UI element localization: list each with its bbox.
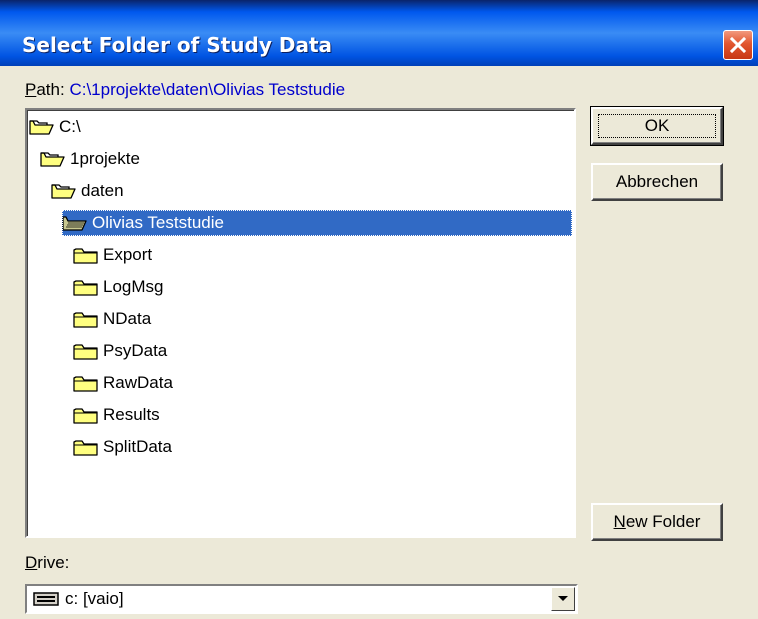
tree-node[interactable]: RawData: [73, 370, 173, 396]
new-folder-button-label: New Folder: [614, 512, 701, 531]
cancel-button-label: Abbrechen: [615, 172, 699, 191]
tree-node-label: SplitData: [103, 437, 172, 456]
dropdown-button[interactable]: [551, 587, 575, 611]
ok-button[interactable]: OK: [590, 106, 724, 146]
tree-node-label: PsyData: [103, 341, 168, 360]
close-button[interactable]: [723, 30, 753, 60]
drive-mnemonic: D: [25, 553, 38, 572]
tree-node[interactable]: Export: [73, 242, 152, 268]
new-folder-button[interactable]: New Folder: [591, 503, 723, 541]
folder-tree[interactable]: C:\ 1projekte daten Olivias Teststudie Expor…: [25, 108, 576, 538]
tree-node-label: NData: [103, 309, 152, 328]
cancel-button[interactable]: Abbrechen: [591, 163, 723, 201]
open-folder-icon: [29, 120, 54, 135]
path-label: Path:: [25, 80, 65, 99]
tree-node[interactable]: PsyData: [73, 338, 167, 364]
tree-node[interactable]: 1projekte: [40, 146, 140, 172]
close-icon: [729, 36, 747, 54]
hard-drive-icon: [33, 592, 59, 606]
tree-node[interactable]: C:\: [29, 114, 81, 140]
folder-icon: [73, 408, 98, 424]
ok-button-label: OK: [644, 116, 670, 135]
open-folder-icon: [51, 184, 76, 199]
folder-icon: [73, 312, 98, 328]
folder-icon: [73, 280, 98, 296]
drive-label-rest: rive:: [37, 553, 70, 572]
tree-node-label: LogMsg: [103, 277, 164, 296]
tree-node-label: Results: [103, 405, 160, 424]
tree-node[interactable]: LogMsg: [73, 274, 163, 300]
drive-label: Drive:: [25, 553, 69, 573]
path-mnemonic: P: [25, 80, 37, 99]
title-bar[interactable]: Select Folder of Study Data: [0, 0, 758, 66]
tree-node[interactable]: daten: [51, 178, 124, 204]
tree-node[interactable]: Results: [73, 402, 160, 428]
tree-node-label: 1projekte: [70, 149, 140, 168]
new-folder-label-rest: ew Folder: [625, 512, 701, 531]
path-row: Path: C:\1projekte\daten\Olivias Teststu…: [25, 80, 345, 100]
tree-node[interactable]: Olivias Teststudie: [62, 210, 572, 236]
path-label-rest: ath:: [36, 80, 65, 99]
open-folder-icon: [62, 216, 87, 231]
path-value: C:\1projekte\daten\Olivias Teststudie: [69, 80, 346, 99]
new-folder-mnemonic: N: [613, 512, 626, 531]
tree-node-label: RawData: [103, 373, 173, 392]
folder-icon: [73, 376, 98, 392]
tree-node-label: Olivias Teststudie: [92, 213, 224, 232]
tree-node-label: Export: [103, 245, 153, 264]
tree-node[interactable]: NData: [73, 306, 151, 332]
tree-node-label: daten: [81, 181, 124, 200]
chevron-down-icon: [558, 596, 568, 601]
window-title: Select Folder of Study Data: [22, 33, 332, 57]
tree-node-label: C:\: [59, 117, 81, 136]
folder-icon: [73, 440, 98, 456]
drive-value: c: [vaio]: [65, 589, 124, 608]
open-folder-icon: [40, 152, 65, 167]
drive-select[interactable]: c: [vaio]: [25, 584, 578, 614]
folder-icon: [73, 248, 98, 264]
folder-icon: [73, 344, 98, 360]
tree-node[interactable]: SplitData: [73, 434, 172, 460]
